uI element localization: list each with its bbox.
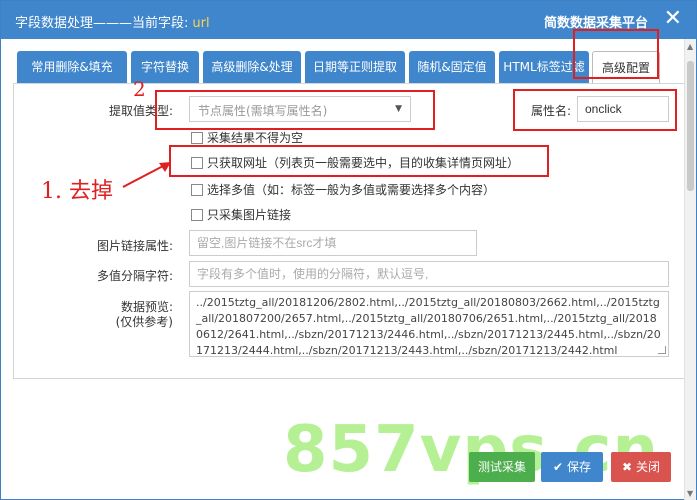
checkbox-label: 选择多值（如：标签一般为多值或需要选择多个内容） bbox=[207, 183, 496, 197]
annotation-arrow-icon bbox=[122, 162, 171, 188]
preview-text: ../2015tztg_all/20181206/2802.html,../20… bbox=[196, 296, 661, 357]
check-icon: ✔ bbox=[552, 460, 564, 474]
close-icon: ✖ bbox=[621, 460, 633, 474]
checkbox-label: 采集结果不得为空 bbox=[207, 131, 304, 145]
resize-handle-icon[interactable] bbox=[658, 346, 666, 354]
tab-random-fixed[interactable]: 随机&固定值 bbox=[409, 51, 495, 83]
dialog-title: 字段数据处理———当前字段: url bbox=[15, 12, 210, 31]
close-button[interactable]: ✖ 关闭 bbox=[611, 452, 671, 482]
highlight-extract-type bbox=[155, 90, 435, 130]
annotation-2: 2 bbox=[133, 77, 146, 101]
checkbox-not-empty[interactable]: 采集结果不得为空 bbox=[191, 129, 303, 146]
checkbox-only-images[interactable]: 只采集图片链接 bbox=[191, 206, 291, 223]
highlight-advanced-tab bbox=[573, 29, 659, 79]
tab-advanced-delete[interactable]: 高级删除&处理 bbox=[203, 51, 301, 83]
close-icon[interactable]: ✕ bbox=[664, 6, 682, 32]
field-processing-dialog: 字段数据处理———当前字段: url 简数数据采集平台 ✕ 常用删除&填充 字符替… bbox=[0, 0, 697, 500]
tab-common-delete-fill[interactable]: 常用删除&填充 bbox=[17, 51, 127, 83]
multi-sep-label: 多值分隔字符: bbox=[96, 269, 173, 283]
scroll-thumb[interactable] bbox=[687, 61, 694, 191]
scrollbar[interactable]: ▲ ▼ bbox=[684, 39, 696, 500]
scroll-down-icon[interactable]: ▼ bbox=[687, 489, 693, 498]
test-collect-label: 测试采集 bbox=[477, 460, 526, 474]
close-label: 关闭 bbox=[636, 460, 661, 474]
highlight-only-url bbox=[169, 145, 549, 177]
highlight-attr-name bbox=[513, 89, 677, 131]
checkbox-label: 只采集图片链接 bbox=[207, 208, 292, 222]
preview-sublabel: (仅供参考) bbox=[115, 315, 173, 329]
multi-sep-input[interactable] bbox=[189, 261, 669, 287]
preview-textarea[interactable]: ../2015tztg_all/20181206/2802.html,../20… bbox=[189, 291, 669, 357]
annotation-1-remove: 1. 去掉 bbox=[41, 179, 113, 204]
checkbox-box[interactable] bbox=[191, 132, 203, 144]
img-attr-label: 图片链接属性: bbox=[96, 239, 173, 253]
tab-regex-extract[interactable]: 日期等正则提取 bbox=[305, 51, 405, 83]
test-collect-button[interactable]: 测试采集 bbox=[469, 452, 535, 482]
checkbox-box[interactable] bbox=[191, 184, 203, 196]
img-attr-input[interactable] bbox=[189, 230, 477, 256]
scroll-up-icon[interactable]: ▲ bbox=[687, 42, 693, 51]
checkbox-multi-value[interactable]: 选择多值（如：标签一般为多值或需要选择多个内容） bbox=[191, 181, 495, 198]
dialog-footer: 测试采集 ✔ 保存 ✖ 关闭 bbox=[1, 441, 686, 500]
tab-bar: 常用删除&填充 字符替换 高级删除&处理 日期等正则提取 随机&固定值 HTML… bbox=[17, 51, 666, 83]
save-label: 保存 bbox=[567, 460, 592, 474]
checkbox-box[interactable] bbox=[191, 209, 203, 221]
save-button[interactable]: ✔ 保存 bbox=[541, 452, 603, 482]
current-field-name: url bbox=[192, 16, 210, 31]
dialog-title-text: 字段数据处理———当前字段: bbox=[15, 16, 189, 31]
